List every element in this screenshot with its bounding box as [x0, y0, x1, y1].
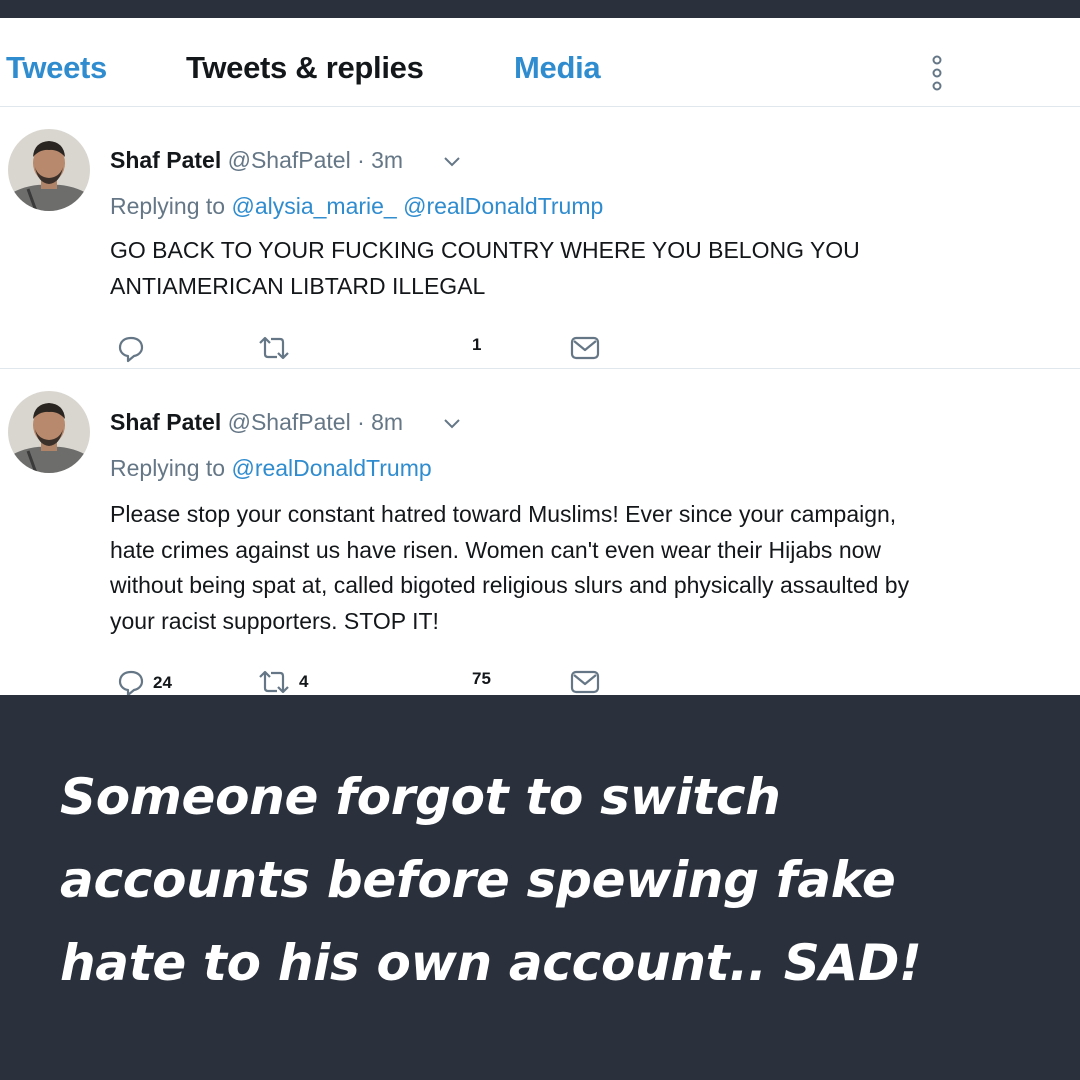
like-button[interactable]: 1 — [464, 335, 481, 355]
reply-button[interactable]: 24 — [117, 669, 172, 695]
meme-caption: Someone forgot to switch accounts before… — [60, 756, 1050, 1005]
tweet[interactable]: Shaf Patel @ShafPatel · 8m Replying to @… — [0, 368, 1080, 695]
retweet-count: 4 — [299, 672, 309, 691]
reply-icon — [118, 670, 144, 695]
tweet-text-line: Please stop your constant hatred toward … — [110, 501, 897, 527]
tweet-text: GO BACK TO YOUR FUCKING COUNTRY WHERE YO… — [110, 233, 1010, 304]
profile-tabs: Tweets Tweets & replies Media — [0, 18, 1080, 107]
caption-line: hate to his own account.. SAD! — [60, 934, 922, 992]
reply-count: 24 — [153, 673, 172, 692]
reply-button[interactable] — [117, 335, 145, 363]
retweet-icon — [259, 336, 289, 360]
like-count: 1 — [472, 335, 482, 354]
avatar[interactable] — [8, 391, 90, 473]
user-handle[interactable]: @ShafPatel — [228, 409, 351, 435]
like-count: 75 — [472, 669, 491, 688]
tweet[interactable]: Shaf Patel @ShafPatel · 3m Replying to @… — [0, 107, 1080, 367]
replying-to: Replying to @realDonaldTrump — [110, 455, 432, 482]
chevron-down-icon[interactable] — [443, 418, 461, 430]
tweet-time[interactable]: · 8m — [357, 409, 403, 435]
tweet-text-line: without being spat at, called bigoted re… — [110, 572, 910, 598]
tab-media[interactable]: Media — [514, 50, 601, 86]
tab-tweets[interactable]: Tweets — [6, 50, 107, 86]
envelope-icon — [570, 336, 600, 360]
tweet-text-line: ANTIAMERICAN LIBTARD ILLEGAL — [110, 272, 486, 299]
tweet-time[interactable]: · 3m — [357, 147, 403, 173]
replying-to-label: Replying to — [110, 455, 226, 481]
retweet-button[interactable]: 4 — [257, 669, 308, 695]
chevron-down-icon[interactable] — [443, 156, 461, 168]
direct-message-button[interactable] — [570, 335, 600, 361]
reply-icon — [118, 336, 144, 363]
caption-line: Someone forgot to switch — [60, 768, 781, 826]
replying-to-label: Replying to — [110, 193, 226, 219]
more-options-icon[interactable] — [931, 54, 943, 92]
tweet-header: Shaf Patel @ShafPatel · 3m — [110, 147, 461, 174]
user-handle[interactable]: @ShafPatel — [228, 147, 351, 173]
mention-link[interactable]: @realDonaldTrump — [231, 455, 431, 481]
tab-tweets-replies[interactable]: Tweets & replies — [186, 50, 424, 86]
direct-message-button[interactable] — [570, 669, 600, 695]
retweet-icon — [259, 670, 289, 694]
like-button[interactable]: 75 — [464, 669, 491, 689]
mention-link[interactable]: @realDonaldTrump — [403, 193, 603, 219]
tweet-text-line: hate crimes against us have risen. Women… — [110, 536, 882, 563]
tweet-text: Please stop your constant hatred toward … — [110, 497, 1060, 639]
display-name[interactable]: Shaf Patel — [110, 409, 221, 435]
twitter-screenshot: Tweets Tweets & replies Media Shaf Patel… — [0, 18, 1080, 695]
tweet-text-line: your racist supporters. STOP IT! — [110, 607, 439, 634]
envelope-icon — [570, 670, 600, 694]
tweet-header: Shaf Patel @ShafPatel · 8m — [110, 409, 461, 436]
mention-link[interactable]: @alysia_marie_ — [231, 193, 396, 219]
replying-to: Replying to @alysia_marie_ @realDonaldTr… — [110, 193, 603, 220]
retweet-button[interactable] — [257, 335, 291, 361]
avatar[interactable] — [8, 129, 90, 211]
tweet-text-line: GO BACK TO YOUR FUCKING COUNTRY WHERE YO… — [110, 237, 860, 263]
caption-line: accounts before spewing fake — [60, 851, 896, 909]
display-name[interactable]: Shaf Patel — [110, 147, 221, 173]
